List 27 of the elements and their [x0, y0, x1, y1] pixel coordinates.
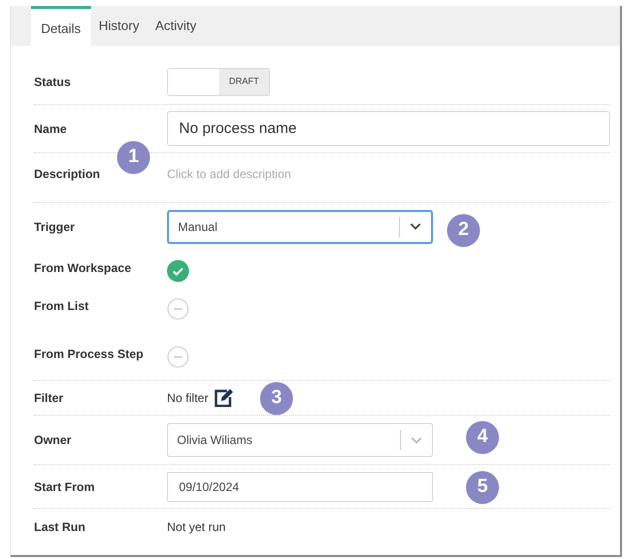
field-label: Last Run [34, 519, 86, 536]
minus-circle-icon[interactable] [167, 298, 189, 320]
minus-circle-icon[interactable] [167, 346, 189, 368]
tab[interactable]: History [90, 6, 148, 46]
field-label: Status [34, 74, 72, 91]
field-label: Owner [34, 432, 72, 449]
date-field[interactable]: 09/10/2024 [167, 472, 433, 502]
tab[interactable]: Activity [147, 6, 204, 46]
edit-icon[interactable] [214, 389, 234, 407]
filter-value: No filter [167, 390, 208, 407]
field-label: From List [34, 298, 90, 315]
chevron-down-icon [411, 436, 422, 444]
field-label: Filter [34, 390, 64, 407]
field-label: Description [34, 166, 102, 183]
name-field[interactable]: No process name [167, 111, 610, 146]
chevron-down-icon [410, 223, 421, 230]
field-label: Name [34, 120, 68, 138]
dropdown[interactable]: Manual [167, 210, 433, 244]
field-label: From Process Step [34, 346, 144, 362]
field-value: Not yet run [167, 519, 226, 536]
status-toggle[interactable]: DRAFT [167, 68, 270, 96]
dropdown[interactable]: Olivia Wiliams [167, 423, 433, 457]
field-label: Start From [34, 478, 96, 496]
field-label: From Workspace [34, 260, 132, 276]
tab[interactable]: Details [31, 6, 91, 46]
checkmark-icon[interactable] [167, 260, 189, 282]
field-label: Trigger [34, 218, 76, 236]
